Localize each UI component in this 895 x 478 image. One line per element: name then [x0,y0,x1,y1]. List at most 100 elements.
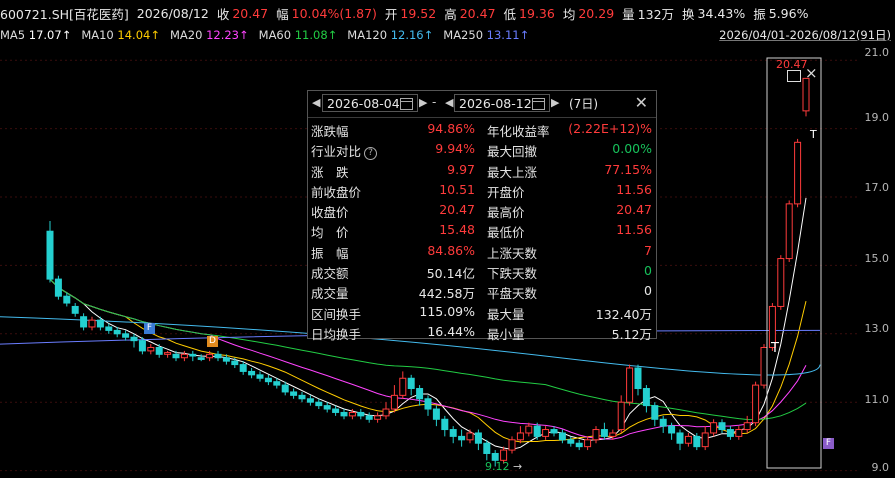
avg-label: 均 [562,6,576,22]
candle-up [617,401,625,431]
stat-label: 区间换手 [311,306,362,322]
prev-arrow-icon[interactable]: ◀ [445,96,453,109]
candle-down [323,405,331,410]
stat-value: 0 [644,283,652,299]
stat-label: 振 幅 [311,245,349,261]
end-date-field[interactable]: 2026-08-12 [454,94,550,112]
candle-down [189,353,197,357]
candle-up [794,141,802,205]
stat-label: 年化收益率 [487,124,550,139]
date-range[interactable]: 2026/04/01-2026/08/12(91日) [719,27,891,43]
stat-label: 最大量 [487,306,525,322]
ma-item[interactable]: MA5 17.07↑ [0,28,71,42]
candle-down [441,418,449,431]
candle-up [701,432,709,448]
ma-item[interactable]: MA250 13.11↑ [443,28,529,42]
help-icon[interactable]: ? [364,147,378,161]
end-date-value: 2026-08-12 [459,96,532,111]
stat-label: 成交额 [311,266,349,282]
stats-row: 行业对比? 9.94% 最大回撤 0.00% [308,141,656,161]
close-icon[interactable]: ✕ [635,93,648,112]
candle-down [281,384,289,393]
close-icon[interactable]: × [805,64,818,82]
candle-down [315,401,323,407]
candle-up [525,425,533,434]
stock-code[interactable]: 600721.SH[百花医药] [0,4,129,23]
prev-arrow-icon[interactable]: ◀ [312,96,320,109]
candle-down [558,432,566,441]
stat-label: 开盘价 [487,184,525,200]
stat-value: 11.56 [616,222,652,238]
candle-up [760,346,768,386]
next-arrow-icon[interactable]: ▶ [551,96,559,109]
popup-header: ◀ 2026-08-04 ▶ - ◀ 2026-08-12 ▶ (7日) ✕ [308,91,656,118]
stat-value: 9.94% [435,141,475,157]
stat-label: 均 价 [311,225,349,241]
ma-value: 12.23↑ [206,28,249,42]
stat-value: 132.40万 [595,306,652,322]
stat-value: 0.00% [612,141,652,157]
candle-down [567,439,575,444]
candle-down [63,295,71,304]
t-marker[interactable]: T [810,128,817,141]
stat-value: 16.44% [427,323,475,339]
next-arrow-icon[interactable]: ▶ [419,96,427,109]
stat-label: 涨 跌 [311,164,349,180]
candle-down [668,425,676,434]
f-marker[interactable]: F [823,438,834,449]
stat-value: 20.47 [616,202,652,218]
ma-item[interactable]: MA10 14.04↑ [81,28,160,42]
candle-down [357,411,365,417]
candle-down [130,336,138,342]
d-marker[interactable]: D [207,336,218,347]
ma-label: MA10 [81,28,114,42]
candle-down [726,429,734,437]
candle-up [508,439,516,451]
f-marker[interactable]: F [144,323,155,334]
ma-item[interactable]: MA20 12.23↑ [170,28,249,42]
candle-up [743,422,751,431]
quote-date: 2026/08/12 [136,5,209,21]
stats-row: 区间换手 115.09% 最大量 132.40万 [308,304,656,324]
candle-up [710,422,718,434]
stat-value: 5.12万 [611,326,652,342]
candle-down [222,357,230,362]
stat-value: 9.97 [447,161,475,177]
stats-row: 前收盘价 10.51 开盘价 11.56 [308,182,656,202]
stat-label: 下跌天数 [487,266,538,282]
stat-value: (2.22E+12)% [568,121,652,136]
candle-up [164,352,172,355]
candle-down [533,425,541,437]
stat-label: 上涨天数 [487,245,538,261]
candle-up [777,258,785,307]
t-marker[interactable]: T [771,341,779,356]
stats-row: 成交额 50.14亿 下跌天数 0 [308,263,656,283]
low-price-value: 9.12 [485,460,510,473]
ma-value: 11.08↑ [294,28,338,42]
stat-value: 15.48 [439,222,475,238]
ma-value: 12.16↑ [390,28,434,42]
high-value: 20.47 [459,5,496,21]
candle-down [642,388,650,407]
close-label: 收 [216,6,230,22]
start-date-field[interactable]: 2026-08-04 [322,94,418,112]
calendar-icon[interactable] [400,98,413,110]
window-icon[interactable] [787,70,801,82]
stats-row: 涨 跌 9.97 最大上涨 77.15% [308,162,656,182]
change-value: 10.04%(1.87) [291,5,377,21]
candle-up [147,346,155,352]
ma-label: MA120 [347,28,388,42]
volume-value: 132万 [637,6,675,22]
stat-value: 84.86% [427,242,475,258]
ma-item[interactable]: MA120 12.16↑ [347,28,433,42]
candle-down [634,367,642,390]
stats-row: 收盘价 20.47 最高价 20.47 [308,202,656,222]
y-tick: 17.0 [864,181,890,194]
candle-up [399,377,407,396]
stat-value: 50.14亿 [426,266,475,282]
calendar-icon[interactable] [532,98,545,110]
stats-row: 均 价 15.48 最低价 11.56 [308,222,656,242]
high-label: 高 [444,6,457,22]
volume-label: 量 [622,6,635,22]
ma-item[interactable]: MA60 11.08↑ [259,28,338,42]
